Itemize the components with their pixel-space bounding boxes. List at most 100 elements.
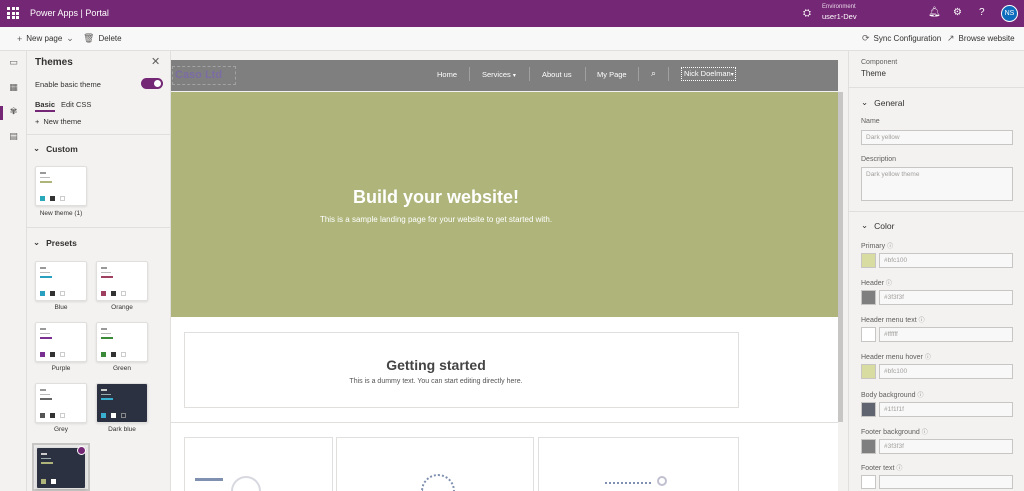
preview-scrollbar[interactable] (838, 92, 843, 422)
description-field[interactable]: Dark yellow theme (861, 167, 1013, 201)
sync-configuration-button[interactable]: ⟳ Sync Configuration (862, 33, 941, 44)
theme-thumbnail-purple[interactable] (35, 322, 87, 362)
description-label: Description (861, 156, 897, 163)
primary-color-label: Primary ⓘ (861, 243, 894, 250)
header-menu-text-color-picker[interactable]: #ffffff (861, 327, 1013, 342)
themes-icon[interactable]: ✾ (6, 104, 21, 119)
footer-text-color-picker[interactable] (861, 475, 1013, 489)
trash-icon: 🗑︎ (83, 33, 95, 43)
tab-selection-indicator (35, 110, 55, 112)
chevron-down-icon: ⌄ (861, 97, 869, 107)
browse-website-button[interactable]: ↗ Browse website (947, 33, 1015, 44)
close-icon[interactable]: ✕ (151, 55, 160, 68)
help-icon[interactable]: ? (979, 7, 985, 18)
color-section-header[interactable]: ⌄ Color (861, 220, 894, 231)
theme-label-blue: Blue (54, 304, 68, 311)
theme-label-purple: Purple (51, 365, 71, 372)
feature-card[interactable] (184, 437, 333, 491)
general-section-header[interactable]: ⌄ General (861, 97, 904, 108)
color-swatch[interactable] (861, 402, 876, 417)
footer-text-color-input[interactable] (879, 475, 1013, 489)
new-theme-button[interactable]: + New theme (35, 117, 81, 126)
rail-selection-indicator (0, 106, 3, 120)
header-color-picker[interactable]: #3f3f3f (861, 290, 1013, 305)
body-background-color-input[interactable]: #1f1f1f (879, 402, 1013, 417)
theme-thumbnail-custom[interactable] (35, 166, 87, 206)
user-menu[interactable]: Nick Doelman▾ (681, 67, 736, 81)
header-menu-hover-color-input[interactable]: #bfc100 (879, 364, 1013, 379)
footer-background-color-picker[interactable]: #3f3f3f (861, 439, 1013, 454)
settings-icon[interactable]: ⚙ (953, 7, 962, 18)
getting-started-text[interactable]: This is a dummy text. You can start edit… (184, 378, 688, 385)
info-icon[interactable]: ⓘ (917, 393, 923, 399)
footer-background-color-label: Footer background ⓘ (861, 429, 928, 436)
nav-separator (469, 67, 470, 81)
pages-icon[interactable]: ▭ (6, 55, 21, 70)
presets-section-header[interactable]: ⌄ Presets (33, 237, 77, 248)
color-swatch[interactable] (861, 475, 876, 489)
nav-home[interactable]: Home (437, 70, 457, 79)
theme-thumbnail-orange[interactable] (96, 261, 148, 301)
color-swatch[interactable] (861, 290, 876, 305)
header-menu-hover-color-picker[interactable]: #bfc100 (861, 364, 1013, 379)
theme-label-green: Green (112, 365, 132, 372)
tab-edit-css[interactable]: Edit CSS (61, 100, 91, 109)
name-field[interactable]: Dark yellow (861, 130, 1013, 145)
theme-label-orange: Orange (111, 304, 133, 311)
theme-thumbnail-blue[interactable] (35, 261, 87, 301)
nav-separator (529, 67, 530, 81)
body-background-color-picker[interactable]: #1f1f1f (861, 402, 1013, 417)
theme-thumbnail-selected[interactable] (32, 443, 90, 491)
data-icon[interactable]: ▤ (6, 129, 21, 144)
primary-color-input[interactable]: #bfc100 (879, 253, 1013, 268)
divider (849, 211, 1024, 212)
tab-basic[interactable]: Basic (35, 100, 55, 109)
component-value: Theme (861, 69, 886, 78)
enable-basic-theme-label: Enable basic theme (35, 80, 101, 89)
info-icon[interactable]: ⓘ (922, 430, 928, 436)
header-color-input[interactable]: #3f3f3f (879, 290, 1013, 305)
color-swatch[interactable] (861, 253, 876, 268)
app-launcher-icon[interactable] (7, 7, 19, 19)
theme-label-dark-blue: Dark blue (108, 426, 136, 433)
environment-selector[interactable]: user1-Dev (822, 12, 857, 21)
footer-background-color-input[interactable]: #3f3f3f (879, 439, 1013, 454)
sync-icon: ⟳ (862, 33, 870, 43)
delete-button[interactable]: 🗑︎ Delete (83, 33, 122, 44)
new-page-button[interactable]: + New page ⌄ (17, 33, 74, 44)
nav-separator (668, 67, 669, 81)
info-icon[interactable]: ⓘ (896, 466, 902, 472)
header-menu-text-color-input[interactable]: #ffffff (879, 327, 1013, 342)
site-logo[interactable]: Caso Ltd (172, 66, 236, 85)
enable-basic-theme-toggle[interactable] (141, 78, 163, 89)
feature-card[interactable] (336, 437, 534, 491)
theme-thumbnail-dark-blue[interactable] (96, 383, 148, 423)
info-icon[interactable]: ⓘ (887, 244, 893, 250)
nav-my-page[interactable]: My Page (597, 70, 627, 79)
color-swatch[interactable] (861, 439, 876, 454)
hero-title[interactable]: Build your website! (171, 187, 701, 208)
primary-color-picker[interactable]: #bfc100 (861, 253, 1013, 268)
card-illustration (195, 478, 223, 481)
avatar[interactable]: NS (1001, 5, 1018, 22)
theme-thumbnail-grey[interactable] (35, 383, 87, 423)
color-swatch[interactable] (861, 364, 876, 379)
theme-thumbnail-green[interactable] (96, 322, 148, 362)
color-swatch[interactable] (861, 327, 876, 342)
hero-subtitle[interactable]: This is a sample landing page for your w… (171, 215, 701, 224)
card-illustration (421, 474, 455, 491)
info-icon[interactable]: ⓘ (919, 318, 925, 324)
search-icon[interactable]: ⌕ (651, 68, 656, 79)
nav-about-us[interactable]: About us (542, 70, 572, 79)
getting-started-title[interactable]: Getting started (184, 357, 688, 373)
info-icon[interactable]: ⓘ (925, 355, 931, 361)
notifications-icon[interactable]: 🔔︎ (928, 7, 941, 18)
info-icon[interactable]: ⓘ (886, 281, 892, 287)
header-menu-hover-color-label: Header menu hover ⓘ (861, 354, 931, 361)
feature-card[interactable] (538, 437, 739, 491)
card-illustration (657, 476, 667, 486)
theme-label-grey: Grey (53, 426, 69, 433)
custom-section-header[interactable]: ⌄ Custom (33, 143, 78, 154)
nav-services[interactable]: Services ▾ (482, 70, 516, 79)
components-icon[interactable]: ▦ (6, 80, 21, 95)
